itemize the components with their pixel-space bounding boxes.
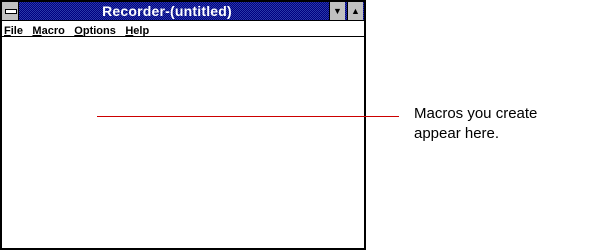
menu-bar: File Macro Options Help <box>2 21 364 37</box>
triangle-up-icon: ▲ <box>351 6 360 16</box>
minimize-button[interactable]: ▼ <box>329 2 345 20</box>
recorder-window: Recorder-(untitled) ▼ ▲ File Macro Optio… <box>0 0 366 250</box>
callout-line-2: appear here. <box>414 125 500 142</box>
window-title: Recorder-(untitled) <box>102 3 232 19</box>
triangle-down-icon: ▼ <box>333 6 342 16</box>
macro-list-area[interactable] <box>2 37 364 248</box>
title-bar[interactable]: Recorder-(untitled) ▼ ▲ <box>2 2 364 21</box>
system-menu-button[interactable] <box>2 2 19 20</box>
maximize-button[interactable]: ▲ <box>347 2 363 20</box>
system-menu-bar-icon <box>5 9 17 14</box>
callout-annotation: Macros you create appear here. <box>414 104 592 144</box>
callout-line <box>97 116 399 117</box>
callout-line-1: Macros you create <box>414 105 538 122</box>
